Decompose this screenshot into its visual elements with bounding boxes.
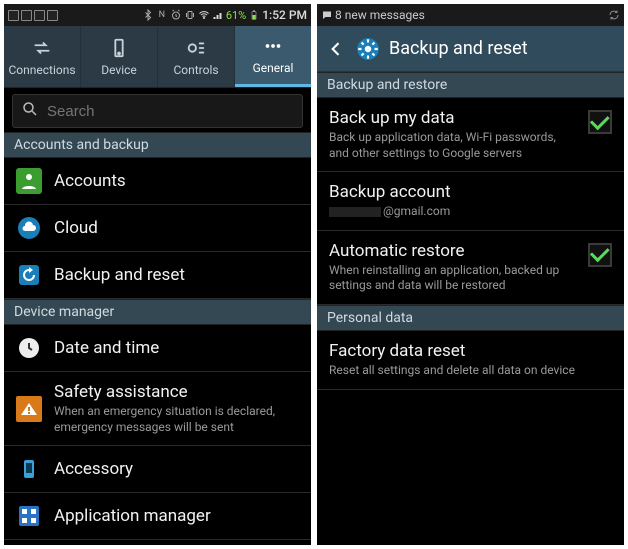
nfc-icon: N (156, 9, 168, 21)
backup-reset-screen: 8 new messages Backup and reset Backup a… (317, 4, 624, 545)
settings-list: Accounts and backup Accounts Cloud Backu… (4, 132, 311, 545)
statusbar-app-icon (34, 10, 45, 21)
row-title: Accessory (54, 459, 299, 479)
status-bar: 8 new messages (317, 4, 624, 26)
pref-subtitle: When reinstalling an application, backed… (329, 263, 578, 294)
settings-item-accessory[interactable]: Accessory (4, 446, 311, 493)
connections-icon (31, 37, 53, 59)
search-input[interactable] (47, 103, 294, 120)
pref-title: Automatic restore (329, 241, 578, 261)
pref-backup-my-data[interactable]: Back up my data Back up application data… (317, 98, 624, 172)
tab-label: Connections (8, 63, 75, 77)
row-title: Cloud (54, 218, 299, 238)
clock-time: 1:52 PM (262, 8, 307, 22)
signal-icon (212, 9, 224, 21)
tab-general[interactable]: General (235, 26, 311, 87)
status-bar: N 61% 1:52 PM (4, 4, 311, 26)
row-title: Application manager (54, 506, 299, 526)
safety-icon (16, 396, 42, 422)
back-button[interactable] (325, 39, 347, 59)
more-icon (262, 35, 284, 57)
bluetooth-icon (142, 9, 154, 21)
settings-item-accounts[interactable]: Accounts (4, 158, 311, 205)
pref-title: Backup account (329, 182, 612, 202)
pref-subtitle: Back up application data, Wi-Fi password… (329, 130, 578, 161)
pref-title: Back up my data (329, 108, 578, 128)
search-icon (21, 100, 39, 122)
app-manager-icon (16, 503, 42, 529)
tab-controls[interactable]: Controls (158, 26, 235, 87)
section-header: Personal data (317, 305, 624, 331)
alarm-icon (170, 9, 182, 21)
settings-search[interactable] (12, 94, 303, 128)
status-icons-right (608, 9, 620, 21)
pref-backup-account[interactable]: Backup account @gmail.com (317, 172, 624, 231)
title-bar: Backup and reset (317, 26, 624, 72)
pref-factory-reset[interactable]: Factory data reset Reset all settings an… (317, 331, 624, 390)
clock-icon (16, 335, 42, 361)
settings-tabs: Connections Device Controls General (4, 26, 311, 88)
notification-text: 8 new messages (335, 8, 425, 22)
tab-label: General (253, 61, 294, 75)
statusbar-app-icon (47, 10, 58, 21)
settings-general-screen: N 61% 1:52 PM Connections (4, 4, 311, 545)
checkbox[interactable] (588, 110, 612, 134)
settings-item-safety[interactable]: Safety assistance When an emergency situ… (4, 372, 311, 446)
settings-item-backup-reset[interactable]: Backup and reset (4, 252, 311, 299)
statusbar-app-icon (21, 10, 32, 21)
backup-reset-icon (16, 262, 42, 288)
tab-connections[interactable]: Connections (4, 26, 81, 87)
accessory-icon (16, 456, 42, 482)
section-header: Accounts and backup (4, 132, 311, 158)
pref-subtitle: @gmail.com (329, 204, 612, 220)
settings-item-app-manager[interactable]: Application manager (4, 493, 311, 540)
settings-item-cloud[interactable]: Cloud (4, 205, 311, 252)
page-title: Backup and reset (389, 38, 616, 59)
tab-device[interactable]: Device (81, 26, 158, 87)
wifi-icon (198, 9, 210, 21)
accounts-icon (16, 168, 42, 194)
redacted-text (329, 207, 381, 217)
status-icons-left (8, 10, 58, 21)
controls-icon (185, 37, 207, 59)
sync-icon (608, 9, 620, 21)
settings-item-battery[interactable]: Battery (4, 540, 311, 545)
row-title: Accounts (54, 171, 299, 191)
pref-title: Factory data reset (329, 341, 612, 361)
message-icon (321, 9, 333, 21)
tab-label: Device (101, 63, 137, 77)
gear-icon (355, 36, 381, 62)
statusbar-app-icon (8, 10, 19, 21)
tab-label: Controls (173, 63, 218, 77)
checkbox[interactable] (588, 243, 612, 267)
row-subtitle: When an emergency situation is declared,… (54, 404, 299, 435)
row-title: Date and time (54, 338, 299, 358)
row-title: Backup and reset (54, 265, 299, 285)
device-icon (108, 37, 130, 59)
status-icons-left: 8 new messages (321, 8, 425, 22)
backup-list: Backup and restore Back up my data Back … (317, 72, 624, 545)
cloud-icon (16, 215, 42, 241)
row-title: Safety assistance (54, 382, 299, 402)
vibrate-icon (184, 9, 196, 21)
settings-item-date-time[interactable]: Date and time (4, 325, 311, 372)
status-icons-right: N 61% 1:52 PM (142, 8, 307, 22)
pref-automatic-restore[interactable]: Automatic restore When reinstalling an a… (317, 231, 624, 305)
section-header: Device manager (4, 299, 311, 325)
battery-percent: 61% (226, 9, 246, 22)
pref-subtitle: Reset all settings and delete all data o… (329, 363, 612, 379)
battery-icon (248, 9, 260, 21)
section-header: Backup and restore (317, 72, 624, 98)
